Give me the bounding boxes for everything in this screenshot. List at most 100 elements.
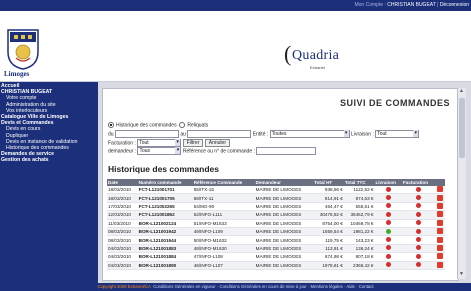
limoges-logo-icon[interactable] — [6, 28, 40, 70]
invoice-status-cell — [401, 210, 436, 220]
requester-cell: MAIRIE DE LIMOGES — [254, 210, 314, 220]
entite-label: Entité : — [252, 131, 269, 138]
footer-copyright: Copyright 2008 Extranet/CA — [97, 284, 151, 289]
status-dot-icon — [416, 228, 422, 234]
pdf-icon[interactable] — [437, 219, 444, 226]
total-ttc-cell: 555,51 € — [343, 202, 375, 212]
table-row[interactable]: 18/03/2010 FCT-L121001705 58/ITX-11 MAIRIE … — [107, 193, 445, 203]
invoice-status-cell — [401, 186, 436, 195]
total-ht-cell: 119,75 € — [313, 235, 344, 245]
status-dot-icon — [385, 203, 391, 209]
status-dot-icon — [416, 186, 422, 192]
au-label: au — [180, 131, 186, 138]
requester-cell: MAIRIE DE LIMOGES — [254, 227, 314, 237]
pdf-cell — [435, 252, 445, 262]
invoice-status-cell — [401, 202, 436, 212]
pdf-icon[interactable] — [437, 228, 444, 235]
du-label: du — [108, 131, 114, 138]
order-number-cell: BOR-L121001890 — [137, 261, 193, 270]
entite-select[interactable]: Toutes — [269, 130, 350, 138]
delivery-status-cell — [374, 252, 402, 262]
pdf-icon[interactable] — [437, 253, 444, 260]
order-date-cell: 04/03/2010 — [107, 252, 138, 262]
pdf-icon[interactable] — [437, 194, 444, 201]
footer-links[interactable]: Conditions Générales en vigueur · Condit… — [153, 284, 373, 289]
table-row[interactable]: 11/03/2010 BOR-L121002124 51/INFO-M1633 MAI… — [107, 219, 445, 228]
status-dot-icon — [416, 220, 422, 226]
order-number-cell: BOR-L121001942 — [137, 227, 193, 237]
logout-link[interactable]: Déconnexion — [440, 2, 469, 8]
logo-caption: Limoges — [4, 70, 30, 78]
order-reference-cell: 50/INFO-M1632 — [192, 235, 255, 245]
column-header[interactable]: Référence Commande — [192, 179, 255, 186]
requester-cell: MAIRIE DE LIMOGES — [254, 235, 314, 245]
table-row[interactable]: 04/03/2010 BOR-L121001883 48/INFO-M1630 MAI… — [107, 244, 445, 254]
scroll-up-icon[interactable]: ▲ — [459, 88, 464, 94]
table-row[interactable]: 04/03/2010 BOR-L121001884 47/INFO-L108 MAIR… — [107, 252, 445, 262]
radio-reliquats[interactable] — [179, 122, 186, 128]
demandeur-select[interactable]: Tous — [137, 147, 182, 155]
order-number-cell: FCT-L121001701 — [137, 186, 193, 195]
scroll-thumb[interactable] — [459, 98, 465, 158]
table-row[interactable]: 08/03/2010 BOR-L121001942 49/INFO-L109 MAIR… — [107, 227, 445, 237]
pdf-icon[interactable] — [437, 261, 444, 268]
pdf-icon[interactable] — [437, 244, 444, 251]
cancel-button[interactable]: Annuler — [204, 139, 230, 147]
column-header[interactable]: Facturation — [401, 179, 436, 186]
filter-button[interactable]: Filtrer — [182, 139, 204, 147]
demandeur-label: demandeur : — [108, 148, 137, 155]
total-ht-cell: 8754,00 € — [313, 219, 344, 228]
table-row[interactable]: 17/03/2010 FCT-L121002265 54/MG-90 MAIRIE D… — [107, 202, 445, 212]
total-ttc-cell: 974,63 € — [343, 193, 375, 203]
delivery-status-cell — [374, 202, 402, 212]
column-header[interactable]: Numéro commande — [137, 179, 193, 186]
table-row[interactable]: 08/03/2010 BOR-L121001944 50/INFO-M1632 MAI… — [107, 235, 445, 245]
invoice-status-cell — [401, 244, 436, 254]
delivery-status-cell — [374, 227, 402, 237]
requester-cell: MAIRIE DE LIMOGES — [254, 261, 314, 270]
order-date-cell: 18/03/2010 — [107, 186, 138, 195]
column-header[interactable]: Livraison — [374, 179, 402, 186]
table-row[interactable]: 12/03/2010 FCT-L121001862 52/INFO-L111 MAIR… — [107, 210, 445, 220]
order-number-cell: BOR-L121001884 — [137, 252, 193, 262]
account-user-link[interactable]: CHRISTIAN BUGEAT — [387, 2, 435, 8]
reference-input[interactable] — [256, 147, 317, 155]
date-from-input[interactable] — [114, 130, 179, 138]
orders-table: Date Numéro commande Référence Commande Dem… — [107, 179, 445, 270]
ref-label: Référence ou n° de commande : — [182, 148, 255, 155]
pdf-icon[interactable] — [437, 211, 444, 218]
date-to-input[interactable] — [187, 130, 252, 138]
radio-history[interactable] — [108, 122, 114, 128]
requester-cell: MAIRIE DE LIMOGES — [254, 186, 314, 195]
status-dot-icon — [416, 195, 422, 201]
pdf-cell — [435, 227, 445, 237]
livraison-select[interactable]: Tout — [375, 130, 420, 138]
pdf-cell — [435, 193, 445, 203]
facturation-select[interactable]: Tout — [137, 139, 182, 147]
column-header[interactable]: Total TTC — [343, 179, 375, 186]
order-reference-cell: 54/MG-90 — [192, 202, 255, 212]
column-header[interactable]: Date — [107, 179, 138, 186]
order-date-cell: 04/03/2010 — [107, 261, 138, 270]
site-footer: Copyright 2008 Extranet/CA Conditions Gé… — [0, 283, 471, 291]
status-dot-icon — [416, 245, 422, 251]
site-header: Limoges ( Quadria Extranet — [0, 11, 471, 82]
mode-radio-group: Historique des commandes Reliquats — [108, 122, 208, 128]
status-dot-icon — [416, 237, 422, 243]
pdf-icon[interactable] — [437, 186, 444, 193]
requester-cell: MAIRIE DE LIMOGES — [254, 202, 314, 212]
column-header[interactable]: Total HT — [313, 179, 344, 186]
sidebar-item[interactable]: Gestion des achats — [0, 157, 98, 163]
pdf-icon[interactable] — [437, 202, 444, 209]
content-scrollbar[interactable]: ▲ ▼ — [457, 88, 466, 279]
order-number-cell: FCT-L121001705 — [137, 193, 193, 203]
requester-cell: MAIRIE DE LIMOGES — [254, 244, 314, 254]
column-header[interactable] — [435, 179, 445, 186]
pdf-icon[interactable] — [437, 236, 444, 243]
column-header[interactable]: Demandeur — [254, 179, 314, 186]
table-row[interactable]: 18/03/2010 FCT-L121001701 55/ITX-15 MAIRIE … — [107, 186, 445, 195]
status-dot-icon — [385, 228, 391, 234]
scroll-down-icon[interactable]: ▼ — [459, 271, 464, 277]
livraison-label: Livraison : — [351, 131, 374, 138]
table-row[interactable]: 04/03/2010 BOR-L121001890 46/INFO-L107 MAIR… — [107, 261, 445, 270]
